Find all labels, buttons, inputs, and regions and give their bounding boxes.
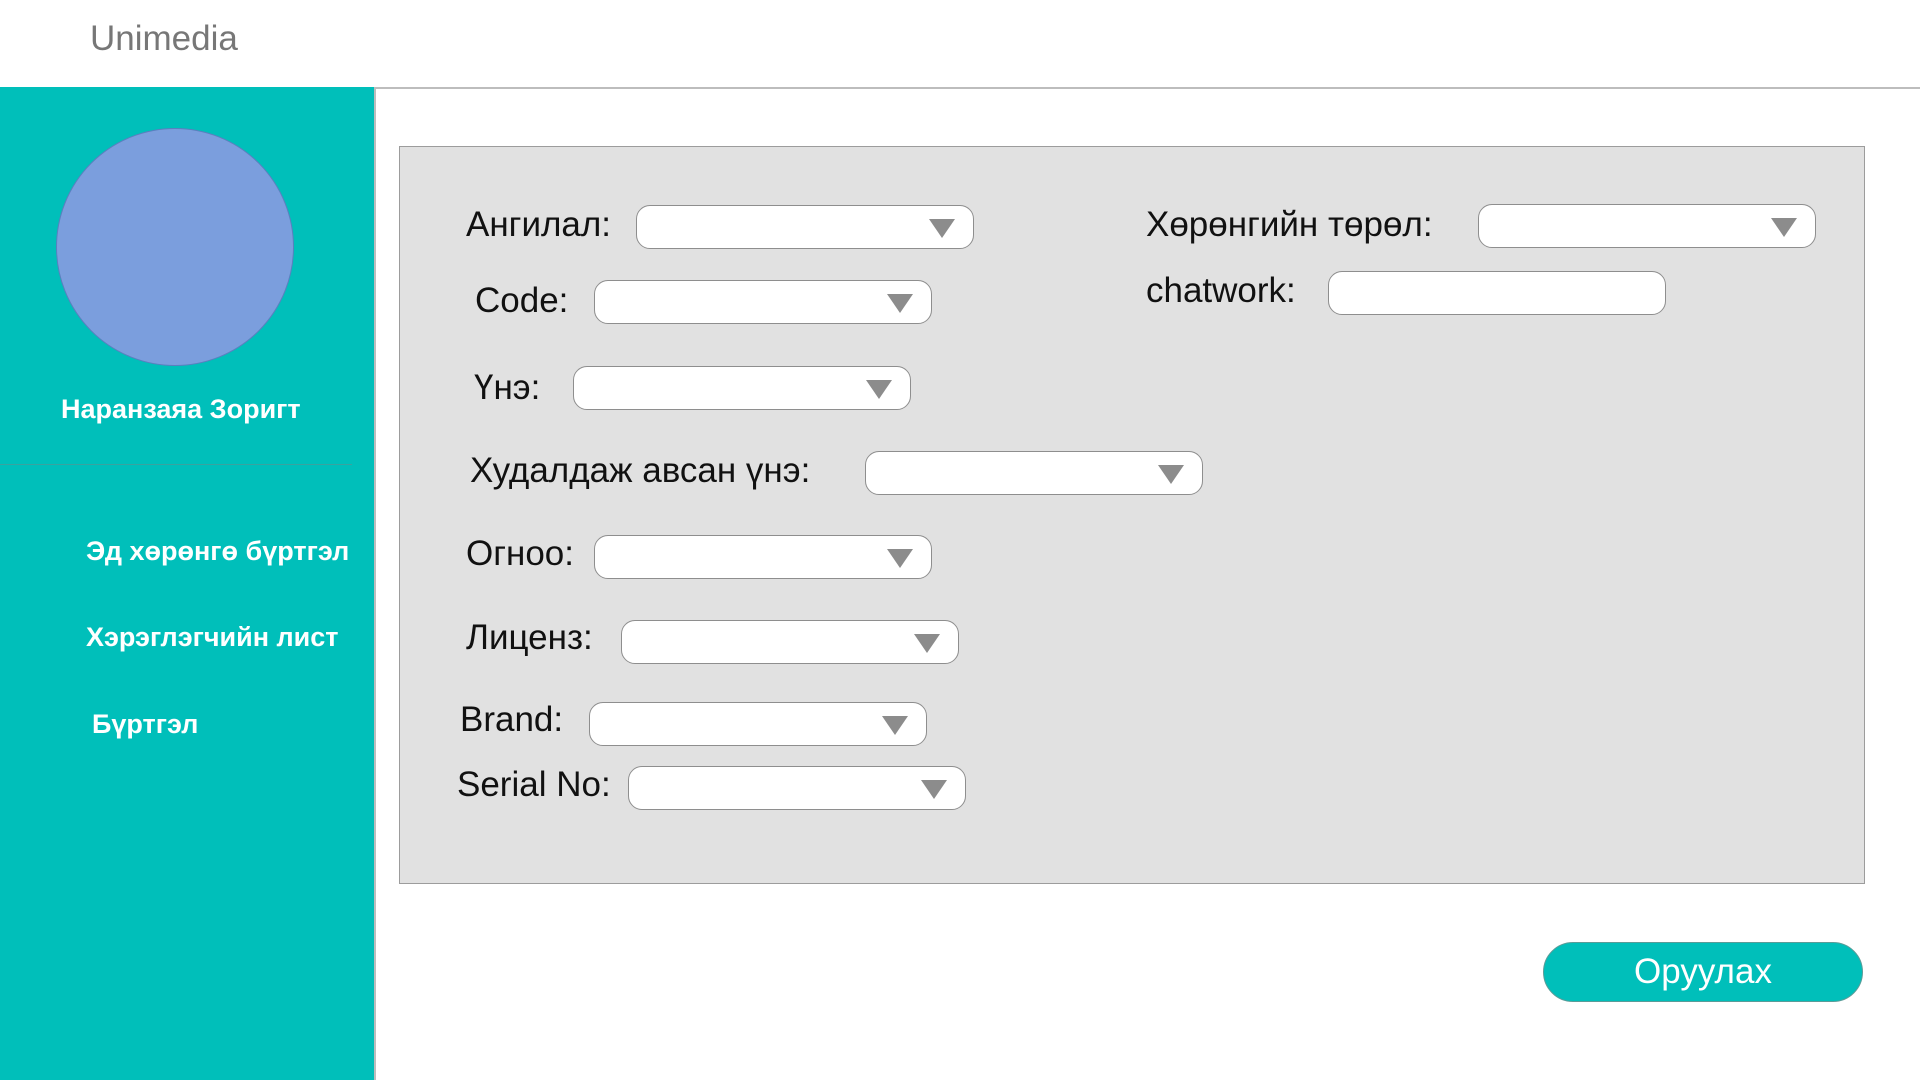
angilal-dropdown[interactable]	[636, 205, 974, 249]
brand-dropdown[interactable]	[589, 702, 927, 746]
purchase-price-dropdown[interactable]	[865, 451, 1203, 495]
sidebar-item-user-list[interactable]: Хэрэглэгчийн лист	[86, 622, 339, 653]
chatwork-label: chatwork:	[1146, 271, 1296, 310]
top-bar: Unimedia	[0, 0, 1920, 87]
ognoo-label: Огноо:	[466, 534, 574, 573]
serial-dropdown[interactable]	[628, 766, 966, 810]
app-title: Unimedia	[90, 19, 238, 58]
asset-form-panel: Ангилал: Code: Үнэ: Худалдаж авсан үнэ: …	[399, 146, 1865, 884]
submit-button[interactable]: Оруулах	[1543, 942, 1863, 1002]
chevron-down-icon	[882, 716, 908, 735]
une-label: Үнэ:	[474, 368, 541, 407]
chevron-down-icon	[887, 549, 913, 568]
chevron-down-icon	[1771, 218, 1797, 237]
code-label: Code:	[475, 281, 569, 320]
angilal-label: Ангилал:	[466, 205, 612, 244]
sidebar-item-asset-registration[interactable]: Эд хөрөнгө бүртгэл	[86, 536, 349, 567]
chevron-down-icon	[929, 219, 955, 238]
license-dropdown[interactable]	[621, 620, 959, 664]
asset-type-dropdown[interactable]	[1478, 204, 1816, 248]
license-label: Лиценз:	[466, 618, 593, 657]
sidebar-divider	[0, 464, 352, 465]
sidebar-item-registration[interactable]: Бүртгэл	[92, 709, 198, 740]
code-dropdown[interactable]	[594, 280, 932, 324]
une-dropdown[interactable]	[573, 366, 911, 410]
user-name: Наранзаяа Зоригт	[61, 394, 301, 424]
ognoo-dropdown[interactable]	[594, 535, 932, 579]
chatwork-input[interactable]	[1328, 271, 1666, 315]
avatar[interactable]	[56, 128, 294, 366]
purchase-price-label: Худалдаж авсан үнэ:	[470, 451, 811, 490]
sidebar: Наранзаяа Зоригт Эд хөрөнгө бүртгэл Хэрэ…	[0, 87, 374, 1080]
asset-type-label: Хөрөнгийн төрөл:	[1146, 205, 1433, 244]
brand-label: Brand:	[460, 700, 564, 739]
chevron-down-icon	[914, 634, 940, 653]
chevron-down-icon	[866, 380, 892, 399]
chevron-down-icon	[887, 294, 913, 313]
chevron-down-icon	[921, 780, 947, 799]
serial-label: Serial No:	[457, 765, 611, 804]
chevron-down-icon	[1158, 465, 1184, 484]
